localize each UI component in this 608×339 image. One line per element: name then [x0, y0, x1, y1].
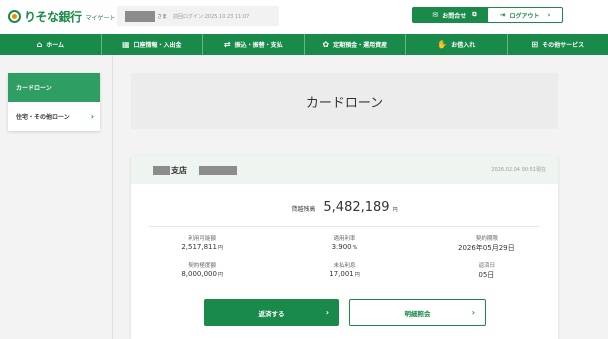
detail-label: 契約極度額	[188, 263, 216, 269]
chevron-right-icon: ›	[547, 11, 551, 19]
detail-available: 利用可能額 2,517,811円	[131, 234, 273, 253]
branch-suffix: 支店	[171, 165, 187, 175]
branch-name-redacted	[153, 165, 170, 175]
divider	[149, 226, 539, 227]
last-login-text: 前回ログイン:2025.10.23 11:07	[173, 13, 250, 20]
balance-row: 貸越残高 5,482,189 円	[131, 200, 558, 215]
sidebar-item-other-loans[interactable]: 住宅・その他ローン ›	[8, 102, 100, 131]
balance-label: 貸越残高	[291, 206, 316, 213]
detail-value: 17,001円	[329, 270, 360, 278]
page-title: カードローン	[131, 73, 558, 129]
statement-label: 明細照会	[404, 309, 431, 318]
resona-logo[interactable]: りそな銀行 マイゲート	[8, 7, 116, 25]
grid-icon: ⊞	[531, 40, 539, 49]
detail-limit: 契約極度額 8,000,000円	[131, 261, 273, 280]
sidebar-item-label: 住宅・その他ローン	[16, 114, 70, 121]
repay-button[interactable]: 返済する ›	[204, 299, 339, 326]
nav-label: その他サービス	[542, 42, 585, 49]
contact-label: お問合せ	[442, 12, 467, 20]
sidebar: カードローン 住宅・その他ローン ›	[0, 55, 113, 339]
user-info: さま 前回ログイン:2025.10.23 11:07	[117, 6, 279, 26]
external-link-icon: ⧉	[472, 11, 477, 18]
envelope-icon: ✉	[432, 11, 439, 19]
contact-button[interactable]: ✉ お問合せ ⧉	[412, 7, 497, 23]
nav-label: お借入れ	[451, 42, 476, 49]
user-suffix: さま	[157, 13, 168, 20]
logout-button[interactable]: ⇥ ログアウト ›	[487, 7, 563, 23]
chevron-right-icon: ›	[471, 308, 475, 317]
nav-transfer[interactable]: ⇄ 振込・振替・支払	[203, 34, 305, 55]
home-icon: ⌂	[36, 40, 43, 49]
loan-details: 利用可能額 2,517,811円 適用利率 3.900% 契約期限 2026年0…	[131, 234, 558, 280]
logout-icon: ⇥	[499, 11, 506, 19]
header: りそな銀行 マイゲート さま 前回ログイン:2025.10.23 11:07 ✉…	[0, 0, 608, 34]
detail-repay-day: 返済日 05日	[416, 261, 558, 280]
user-name-redacted	[125, 10, 155, 22]
detail-unpaid-interest: 未払利息 17,001円	[273, 261, 415, 280]
bank-icon: ▦	[121, 40, 130, 49]
sidebar-item-label: カードローン	[16, 85, 52, 92]
detail-label: 適用利率	[333, 236, 356, 242]
nav-other[interactable]: ⊞ その他サービス	[508, 34, 608, 55]
card-header: 支店 2026.02.04 00:51現在	[131, 156, 558, 184]
sidebar-menu: カードローン 住宅・その他ローン ›	[8, 73, 100, 131]
balance-value: 5,482,189	[323, 200, 390, 215]
as-of-timestamp: 2026.02.04 00:51現在	[491, 167, 546, 173]
detail-value: 2026年05月29日	[458, 244, 515, 252]
detail-rate: 適用利率 3.900%	[273, 234, 415, 253]
nav-label: 口座情報・入出金	[133, 42, 182, 49]
transfer-icon: ⇄	[223, 40, 231, 49]
detail-value: 2,517,811円	[181, 243, 223, 251]
repay-label: 返済する	[258, 309, 285, 318]
chevron-right-icon: ›	[90, 112, 94, 121]
nav-account[interactable]: ▦ 口座情報・入出金	[102, 34, 203, 55]
nav-home[interactable]: ⌂ ホーム	[0, 34, 102, 55]
balance-unit: 円	[392, 207, 398, 213]
detail-label: 利用可能額	[188, 236, 216, 242]
logo-text: りそな銀行	[24, 9, 82, 24]
statement-button[interactable]: 明細照会 ›	[349, 299, 486, 326]
savings-icon: ✿	[322, 40, 330, 49]
detail-label: 返済日	[478, 263, 496, 269]
nav-label: 定期預金・運用資産	[333, 42, 388, 49]
account-number-redacted	[199, 165, 237, 175]
nav-deposit[interactable]: ✿ 定期預金・運用資産	[305, 34, 406, 55]
detail-value: 8,000,000円	[181, 270, 223, 278]
detail-value: 05日	[478, 271, 495, 279]
detail-expiry: 契約期限 2026年05月29日	[416, 234, 558, 253]
detail-value: 3.900%	[331, 243, 358, 251]
global-nav: ⌂ ホーム ▦ 口座情報・入出金 ⇄ 振込・振替・支払 ✿ 定期預金・運用資産 …	[0, 34, 608, 55]
detail-label: 未払利息	[333, 263, 356, 269]
nav-loan[interactable]: ✋ お借入れ	[406, 34, 508, 55]
hand-coin-icon: ✋	[437, 40, 448, 49]
logout-label: ログアウト	[509, 12, 540, 20]
loan-card: 支店 2026.02.04 00:51現在 貸越残高 5,482,189 円 利…	[131, 156, 558, 339]
chevron-right-icon: ›	[325, 308, 329, 317]
nav-label: ホーム	[46, 42, 65, 49]
logo-subtext: マイゲート	[85, 15, 116, 22]
detail-label: 契約期限	[475, 236, 498, 242]
sidebar-item-card-loan[interactable]: カードローン	[8, 73, 100, 102]
nav-label: 振込・振替・支払	[234, 42, 283, 49]
logo-mark-icon	[8, 9, 21, 23]
